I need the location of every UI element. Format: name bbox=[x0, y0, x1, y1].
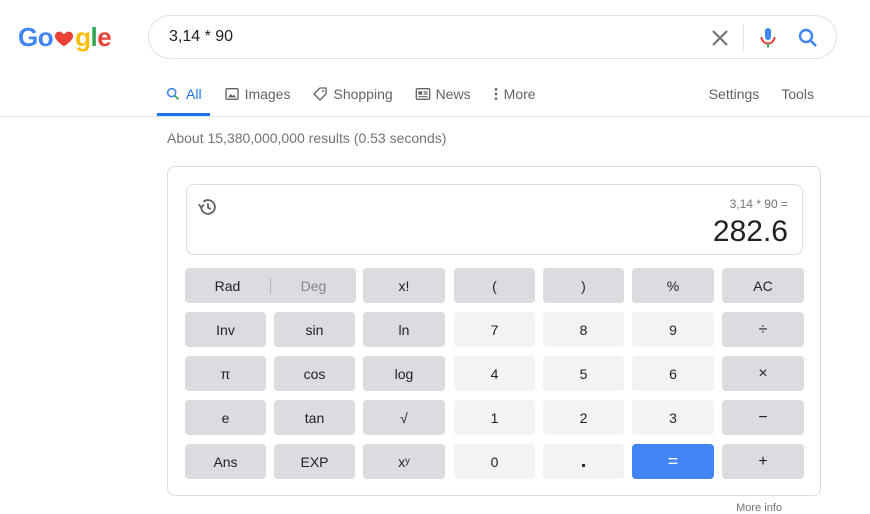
calculator-display: 3,14 * 90 = 282.6 bbox=[186, 184, 803, 255]
rad-button[interactable]: Rad bbox=[185, 278, 270, 294]
tab-shopping[interactable]: Shopping bbox=[304, 80, 400, 108]
percent-key[interactable]: % bbox=[632, 268, 714, 303]
tab-label: Images bbox=[244, 86, 291, 102]
sqrt-key[interactable]: √ bbox=[363, 400, 445, 435]
history-icon[interactable] bbox=[197, 196, 219, 218]
tab-label: News bbox=[435, 86, 471, 102]
right-paren-key[interactable]: ) bbox=[543, 268, 624, 303]
heart-icon bbox=[55, 31, 74, 46]
digit-2-key[interactable]: 2 bbox=[543, 400, 624, 435]
tab-label: All bbox=[186, 86, 202, 102]
digit-1-key[interactable]: 1 bbox=[454, 400, 535, 435]
calculator-widget: 3,14 * 90 = 282.6 Rad Deg x! ( ) % AC In… bbox=[167, 166, 821, 496]
more-info-link[interactable]: More info bbox=[736, 502, 782, 514]
rad-deg-toggle: Rad Deg bbox=[185, 268, 356, 303]
tab-all[interactable]: All bbox=[157, 80, 210, 116]
divide-key[interactable]: ÷ bbox=[722, 312, 804, 347]
plus-key[interactable]: + bbox=[722, 444, 804, 479]
equals-key[interactable]: = bbox=[632, 444, 714, 479]
more-vert-icon bbox=[494, 88, 498, 100]
minus-key[interactable]: − bbox=[722, 400, 804, 435]
search-icon bbox=[166, 87, 179, 100]
tab-label: More bbox=[503, 86, 536, 102]
digit-9-key[interactable]: 9 bbox=[632, 312, 714, 347]
deg-button[interactable]: Deg bbox=[271, 278, 356, 294]
image-icon bbox=[224, 88, 239, 100]
microphone-icon[interactable] bbox=[756, 26, 780, 50]
decimal-point-key[interactable]: . bbox=[543, 444, 624, 479]
digit-4-key[interactable]: 4 bbox=[454, 356, 535, 391]
power-key[interactable]: xʸ bbox=[363, 444, 445, 479]
left-paren-key[interactable]: ( bbox=[454, 268, 535, 303]
pi-key[interactable]: π bbox=[185, 356, 266, 391]
cos-key[interactable]: cos bbox=[274, 356, 355, 391]
logo-text-start: Go bbox=[18, 22, 54, 52]
result-stats: About 15,380,000,000 results (0.53 secon… bbox=[167, 130, 447, 146]
google-logo[interactable]: Go gle bbox=[18, 22, 112, 53]
digit-6-key[interactable]: 6 bbox=[632, 356, 714, 391]
search-icon[interactable] bbox=[796, 26, 820, 50]
inverse-key[interactable]: Inv bbox=[185, 312, 266, 347]
digit-8-key[interactable]: 8 bbox=[543, 312, 624, 347]
ln-key[interactable]: ln bbox=[363, 312, 445, 347]
tab-label: Shopping bbox=[333, 86, 393, 102]
search-divider bbox=[743, 25, 744, 51]
log-key[interactable]: log bbox=[363, 356, 445, 391]
multiply-key[interactable]: × bbox=[722, 356, 804, 391]
news-icon bbox=[415, 88, 430, 100]
search-input[interactable]: 3,14 * 90 bbox=[169, 28, 233, 46]
logo-text-end: gle bbox=[75, 22, 112, 52]
digit-7-key[interactable]: 7 bbox=[454, 312, 535, 347]
all-clear-key[interactable]: AC bbox=[722, 268, 804, 303]
settings-link[interactable]: Settings bbox=[705, 80, 764, 108]
calculator-result: 282.6 bbox=[712, 215, 788, 248]
digit-5-key[interactable]: 5 bbox=[543, 356, 624, 391]
calculator-expression: 3,14 * 90 = bbox=[729, 197, 788, 211]
digit-0-key[interactable]: 0 bbox=[454, 444, 535, 479]
tag-icon bbox=[313, 87, 328, 101]
sin-key[interactable]: sin bbox=[274, 312, 355, 347]
header-divider bbox=[0, 116, 870, 117]
exp-key[interactable]: EXP bbox=[274, 444, 355, 479]
search-box[interactable]: 3,14 * 90 bbox=[148, 15, 837, 59]
factorial-key[interactable]: x! bbox=[363, 268, 445, 303]
euler-key[interactable]: e bbox=[185, 400, 266, 435]
tan-key[interactable]: tan bbox=[274, 400, 355, 435]
close-icon[interactable] bbox=[708, 26, 732, 50]
search-tabs: All Images Shopping News More bbox=[157, 80, 550, 116]
digit-3-key[interactable]: 3 bbox=[632, 400, 714, 435]
tab-images[interactable]: Images bbox=[216, 80, 299, 108]
tools-link[interactable]: Tools bbox=[777, 80, 818, 108]
search-tools: Settings Tools bbox=[691, 80, 818, 108]
tab-more[interactable]: More bbox=[485, 80, 544, 108]
tab-news[interactable]: News bbox=[407, 80, 479, 108]
answer-key[interactable]: Ans bbox=[185, 444, 266, 479]
